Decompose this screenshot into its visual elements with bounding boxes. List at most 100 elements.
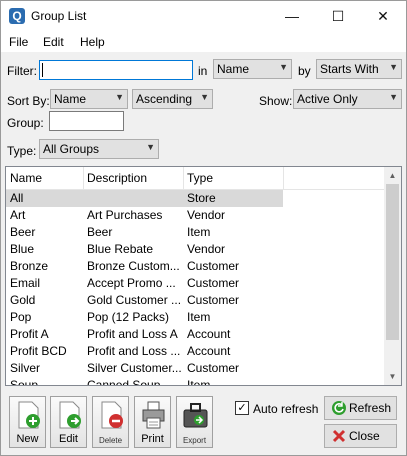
list-item[interactable]: All Store [6, 190, 283, 207]
menu-help[interactable]: Help [80, 35, 105, 49]
type-select[interactable]: All Groups ▼ [39, 139, 159, 159]
cell-description: Profit and Loss ... [87, 344, 181, 358]
list-item[interactable]: Beer Beer Item [6, 224, 386, 241]
column-divider[interactable] [283, 167, 284, 189]
cell-name: Profit A [10, 327, 49, 341]
sort-field-select[interactable]: Name ▼ [50, 89, 128, 109]
menu-edit[interactable]: Edit [43, 35, 64, 49]
cell-description: Pop (12 Packs) [87, 310, 170, 324]
list-item[interactable]: Silver Silver Customer... Customer [6, 360, 386, 377]
cell-name: Blue [10, 242, 35, 256]
maximize-button[interactable]: ☐ [315, 1, 361, 32]
cell-type: Account [187, 344, 231, 358]
title-bar[interactable]: Q Group List — ☐ ✕ [1, 1, 406, 32]
cell-description: Canned Soup [87, 378, 161, 386]
chevron-down-icon: ▼ [389, 62, 398, 72]
cell-name: Gold [10, 293, 36, 307]
edit-button[interactable]: Edit [50, 396, 87, 448]
filter-by-label: by [298, 64, 311, 78]
cell-type: Item [187, 378, 211, 386]
vertical-scrollbar[interactable]: ▲ ▼ [384, 167, 401, 385]
column-divider[interactable] [83, 167, 84, 189]
cell-type: Store [187, 191, 216, 205]
list-item[interactable]: Blue Blue Rebate Vendor [6, 241, 386, 258]
chevron-down-icon: ▼ [279, 62, 288, 72]
group-list[interactable]: Name Description Type All Store Art Art … [5, 166, 402, 386]
menu-bar: File Edit Help [1, 32, 406, 52]
group-label: Group: [7, 116, 44, 130]
minimize-button[interactable]: — [269, 1, 315, 32]
filter-in-label: in [198, 64, 208, 78]
cell-description: Gold Customer ... [87, 293, 182, 307]
list-item[interactable]: Pop Pop (12 Packs) Item [6, 309, 386, 326]
sort-field-value: Name [54, 92, 87, 106]
cell-type: Customer [187, 259, 240, 273]
show-value: Active Only [297, 92, 358, 106]
new-button[interactable]: New [9, 396, 46, 448]
print-label: Print [141, 433, 164, 445]
refresh-button[interactable]: Refresh [324, 396, 397, 420]
menu-file[interactable]: File [9, 35, 28, 49]
cell-type: Vendor [187, 208, 226, 222]
filter-field-select[interactable]: Name ▼ [213, 59, 292, 79]
export-icon [183, 403, 208, 428]
list-item[interactable]: Soup Canned Soup Item [6, 377, 386, 386]
cell-description: Beer [87, 225, 113, 239]
column-header-description[interactable]: Description [87, 171, 147, 185]
group-list-window: Q Group List — ☐ ✕ File Edit Help Filter… [0, 0, 407, 456]
print-button[interactable]: Print [134, 396, 171, 448]
sort-order-select[interactable]: Ascending ▼ [132, 89, 213, 109]
sort-by-label: Sort By: [7, 94, 50, 108]
auto-refresh-checkbox[interactable]: ✓ [235, 401, 249, 415]
cell-name: Bronze [10, 259, 49, 273]
cell-type: Item [187, 310, 211, 324]
close-button[interactable]: Close [324, 424, 397, 448]
list-item[interactable]: Profit BCD Profit and Loss ... Account [6, 343, 386, 360]
scrollbar-thumb[interactable] [386, 184, 399, 340]
cell-type: Account [187, 327, 231, 341]
list-item[interactable]: Gold Gold Customer ... Customer [6, 292, 386, 309]
cell-name: Email [10, 276, 41, 290]
export-label: Export [182, 436, 207, 445]
chevron-down-icon: ▼ [200, 92, 209, 102]
cell-type: Customer [187, 276, 240, 290]
refresh-icon [332, 401, 346, 415]
close-window-button[interactable]: ✕ [360, 1, 406, 32]
cell-description: Profit and Loss A [87, 327, 178, 341]
window-title: Group List [31, 9, 87, 23]
delete-button[interactable]: Delete [92, 396, 129, 448]
type-value: All Groups [43, 142, 100, 156]
delete-label: Delete [98, 436, 123, 445]
scroll-up-icon[interactable]: ▲ [384, 167, 401, 184]
list-item[interactable]: Email Accept Promo ... Customer [6, 275, 386, 292]
type-label: Type: [7, 144, 37, 158]
edit-label: Edit [59, 433, 78, 445]
printer-icon [142, 401, 165, 429]
chevron-down-icon: ▼ [389, 92, 398, 102]
close-label: Close [349, 429, 380, 443]
list-item[interactable]: Bronze Bronze Custom... Customer [6, 258, 386, 275]
export-button[interactable]: Export [176, 396, 213, 448]
list-item[interactable]: Profit A Profit and Loss A Account [6, 326, 386, 343]
chevron-down-icon: ▼ [115, 92, 124, 102]
text-cursor [42, 63, 43, 77]
cell-name: Soup [10, 378, 39, 386]
cell-name: Art [10, 208, 26, 222]
column-header-type[interactable]: Type [187, 171, 213, 185]
cell-description: Bronze Custom... [87, 259, 180, 273]
auto-refresh-label: Auto refresh [253, 402, 319, 416]
column-header-name[interactable]: Name [10, 171, 42, 185]
scroll-down-icon[interactable]: ▼ [384, 368, 401, 385]
column-divider[interactable] [183, 167, 184, 189]
list-item[interactable]: Art Art Purchases Vendor [6, 207, 386, 224]
cell-type: Customer [187, 361, 240, 375]
filter-mode-value: Starts With [320, 62, 379, 76]
filter-input[interactable] [39, 60, 193, 80]
cell-description: Accept Promo ... [87, 276, 176, 290]
cell-name: Silver [10, 361, 41, 375]
group-input[interactable] [49, 111, 124, 131]
delete-document-icon [101, 401, 123, 429]
filter-mode-select[interactable]: Starts With ▼ [316, 59, 402, 79]
show-select[interactable]: Active Only ▼ [293, 89, 402, 109]
app-logo-icon: Q [9, 8, 25, 24]
